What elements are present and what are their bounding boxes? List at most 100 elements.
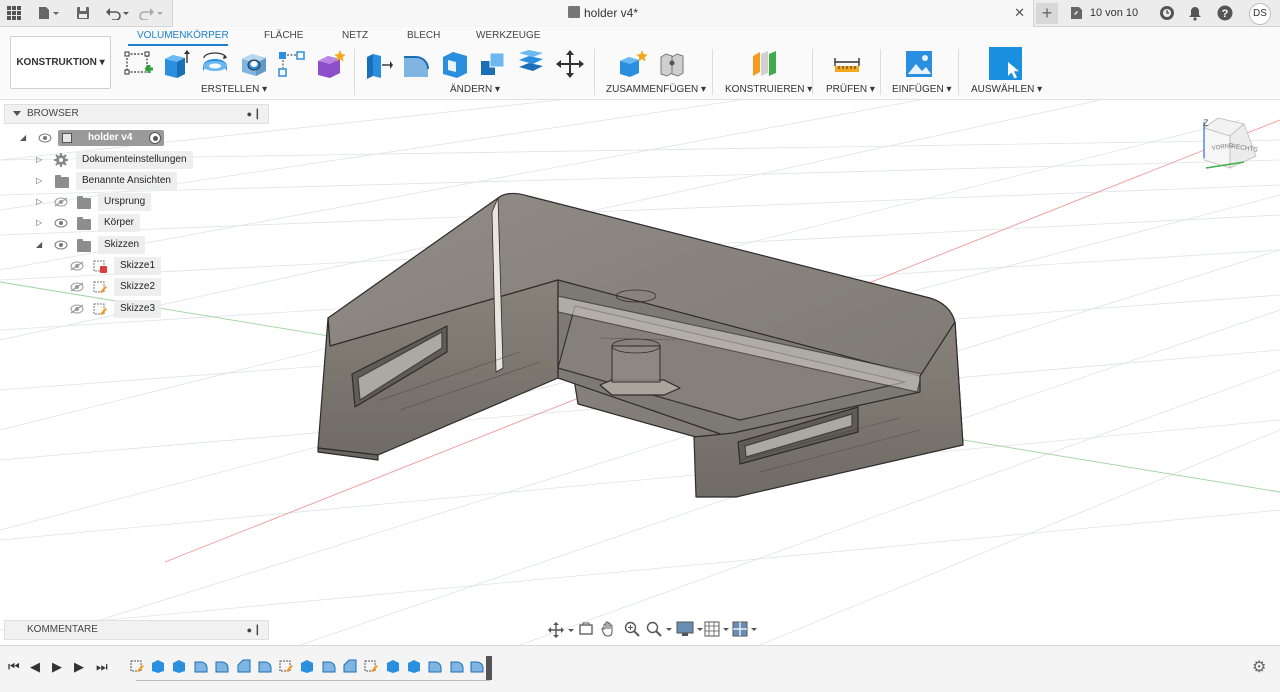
tab-netz[interactable]: NETZ xyxy=(342,30,368,41)
joint-icon[interactable] xyxy=(657,49,687,79)
pan-hand-icon[interactable] xyxy=(600,621,616,637)
save-icon[interactable] xyxy=(74,4,92,22)
display-settings-icon[interactable] xyxy=(676,621,706,637)
timeline-end-icon[interactable]: ⏭ xyxy=(96,659,108,675)
tree-item-skizze3[interactable]: Skizze3 xyxy=(70,300,170,318)
look-at-icon[interactable] xyxy=(579,622,593,636)
inspect-group-label[interactable]: PRÜFEN ▾ xyxy=(826,84,875,95)
timeline-settings-gear-icon[interactable]: ⚙ xyxy=(1252,657,1266,677)
select-group-label[interactable]: AUSWÄHLEN ▾ xyxy=(971,84,1042,95)
tab-blech[interactable]: BLECH xyxy=(407,30,440,41)
document-tab[interactable]: holder v4* ✕ xyxy=(172,0,1034,27)
move-icon[interactable] xyxy=(555,49,585,79)
create-form-icon[interactable] xyxy=(315,49,345,79)
combine-icon[interactable] xyxy=(478,49,508,79)
orbit-icon[interactable] xyxy=(548,622,576,638)
fillet-feature-icon[interactable] xyxy=(450,659,464,673)
browser-header[interactable]: BROWSER ● ┃ xyxy=(4,104,269,124)
create-group-label[interactable]: ERSTELLEN ▾ xyxy=(201,84,267,95)
tree-item-koerper[interactable]: ▷ Körper xyxy=(34,214,164,232)
tree-item-dokumenteinstellungen[interactable]: ▷ Dokumenteinstellungen xyxy=(34,151,206,169)
notifications-icon[interactable] xyxy=(1187,4,1203,22)
visibility-eye-icon[interactable] xyxy=(38,133,52,143)
timeline-play-icon[interactable]: ▶ xyxy=(52,659,62,675)
zoom-window-icon[interactable] xyxy=(646,621,674,637)
workspace-switcher[interactable]: KONSTRUKTION ▾ xyxy=(10,36,111,89)
timeline-marker[interactable] xyxy=(486,656,492,680)
chamfer-feature-icon[interactable] xyxy=(343,659,357,673)
timeline-forward-icon[interactable]: ▶ xyxy=(74,659,84,675)
measure-icon[interactable] xyxy=(832,49,862,79)
tree-root[interactable]: ◢ holder v4 xyxy=(18,129,178,147)
pattern-icon[interactable] xyxy=(277,49,307,79)
close-tab-icon[interactable]: ✕ xyxy=(1014,5,1025,21)
assemble-group-label[interactable]: ZUSAMMENFÜGEN ▾ xyxy=(606,84,706,95)
expand-arrow-icon[interactable]: ▷ xyxy=(36,214,42,232)
sketch-feature-icon[interactable] xyxy=(130,659,144,673)
offset-face-icon[interactable] xyxy=(516,49,546,79)
hidden-eye-icon[interactable] xyxy=(70,304,84,314)
select-icon[interactable] xyxy=(988,46,1023,81)
expand-arrow-icon[interactable]: ▷ xyxy=(36,172,42,190)
fillet-feature-icon[interactable] xyxy=(194,659,208,673)
undo-icon[interactable] xyxy=(104,4,132,22)
fillet-feature-icon[interactable] xyxy=(215,659,229,673)
hidden-eye-icon[interactable] xyxy=(70,261,84,271)
tab-werkzeuge[interactable]: WERKZEUGE xyxy=(476,30,540,41)
extrude-feature-icon[interactable] xyxy=(386,659,400,673)
collapse-arrow-icon[interactable]: ◢ xyxy=(20,129,26,147)
extrude-feature-icon[interactable] xyxy=(172,659,186,673)
shell-icon[interactable] xyxy=(440,49,470,79)
visibility-eye-icon[interactable] xyxy=(54,218,68,228)
construct-group-label[interactable]: KONSTRUIEREN ▾ xyxy=(725,84,812,95)
job-status-icon[interactable] xyxy=(1158,4,1176,22)
fillet-icon[interactable] xyxy=(401,49,431,79)
hole-icon[interactable] xyxy=(239,49,269,79)
fillet-feature-icon[interactable] xyxy=(322,659,336,673)
zoom-icon[interactable] xyxy=(624,621,640,637)
user-avatar[interactable]: DS xyxy=(1249,3,1271,25)
tab-flaeche[interactable]: FLÄCHE xyxy=(264,30,303,41)
file-menu-icon[interactable] xyxy=(36,4,62,22)
app-grid-icon[interactable] xyxy=(6,4,22,22)
help-icon[interactable]: ? xyxy=(1216,4,1234,22)
chamfer-feature-icon[interactable] xyxy=(237,659,251,673)
expand-arrow-icon[interactable]: ▷ xyxy=(36,193,42,211)
create-sketch-icon[interactable] xyxy=(124,49,154,79)
fillet-feature-icon[interactable] xyxy=(470,659,484,673)
offset-plane-icon[interactable] xyxy=(750,49,780,79)
extrude-feature-icon[interactable] xyxy=(151,659,165,673)
hidden-eye-icon[interactable] xyxy=(70,282,84,292)
tree-item-benannte-ansichten[interactable]: ▷ Benannte Ansichten xyxy=(34,172,184,190)
panel-options-icon[interactable]: ● ┃ xyxy=(247,105,260,123)
comments-header[interactable]: KOMMENTARE ● ┃ xyxy=(4,620,269,640)
tree-item-skizze1[interactable]: Skizze1 xyxy=(70,257,170,275)
version-count[interactable]: 10 von 10 xyxy=(1086,4,1142,22)
new-component-icon[interactable] xyxy=(618,49,648,79)
collapse-arrow-icon[interactable]: ◢ xyxy=(36,236,42,254)
new-tab-icon[interactable]: + xyxy=(1036,3,1058,24)
sketch-feature-icon[interactable] xyxy=(279,659,293,673)
tree-item-skizzen[interactable]: ◢ Skizzen xyxy=(34,236,164,254)
viewports-icon[interactable] xyxy=(732,621,760,637)
timeline-start-icon[interactable]: ⏮ xyxy=(8,659,20,675)
insert-image-icon[interactable] xyxy=(904,49,934,79)
extrude-feature-icon[interactable] xyxy=(407,659,421,673)
tab-volumenkoerper[interactable]: VOLUMENKÖRPER xyxy=(137,30,229,41)
insert-group-label[interactable]: EINFÜGEN ▾ xyxy=(892,84,951,95)
extrude-icon[interactable] xyxy=(161,49,191,79)
grid-settings-icon[interactable] xyxy=(704,621,732,637)
version-history-icon[interactable] xyxy=(1068,4,1084,22)
fillet-feature-icon[interactable] xyxy=(258,659,272,673)
activate-radio-icon[interactable] xyxy=(149,132,161,144)
fillet-feature-icon[interactable] xyxy=(428,659,442,673)
expand-arrow-icon[interactable]: ▷ xyxy=(36,151,42,169)
panel-options-icon[interactable]: ● ┃ xyxy=(247,621,260,639)
revolve-icon[interactable] xyxy=(200,49,230,79)
modify-group-label[interactable]: ÄNDERN ▾ xyxy=(450,84,500,95)
tree-item-skizze2[interactable]: Skizze2 xyxy=(70,278,170,296)
press-pull-icon[interactable] xyxy=(363,49,393,79)
timeline-back-icon[interactable]: ◀ xyxy=(30,659,40,675)
tree-item-ursprung[interactable]: ▷ Ursprung xyxy=(34,193,164,211)
visibility-eye-icon[interactable] xyxy=(54,240,68,250)
